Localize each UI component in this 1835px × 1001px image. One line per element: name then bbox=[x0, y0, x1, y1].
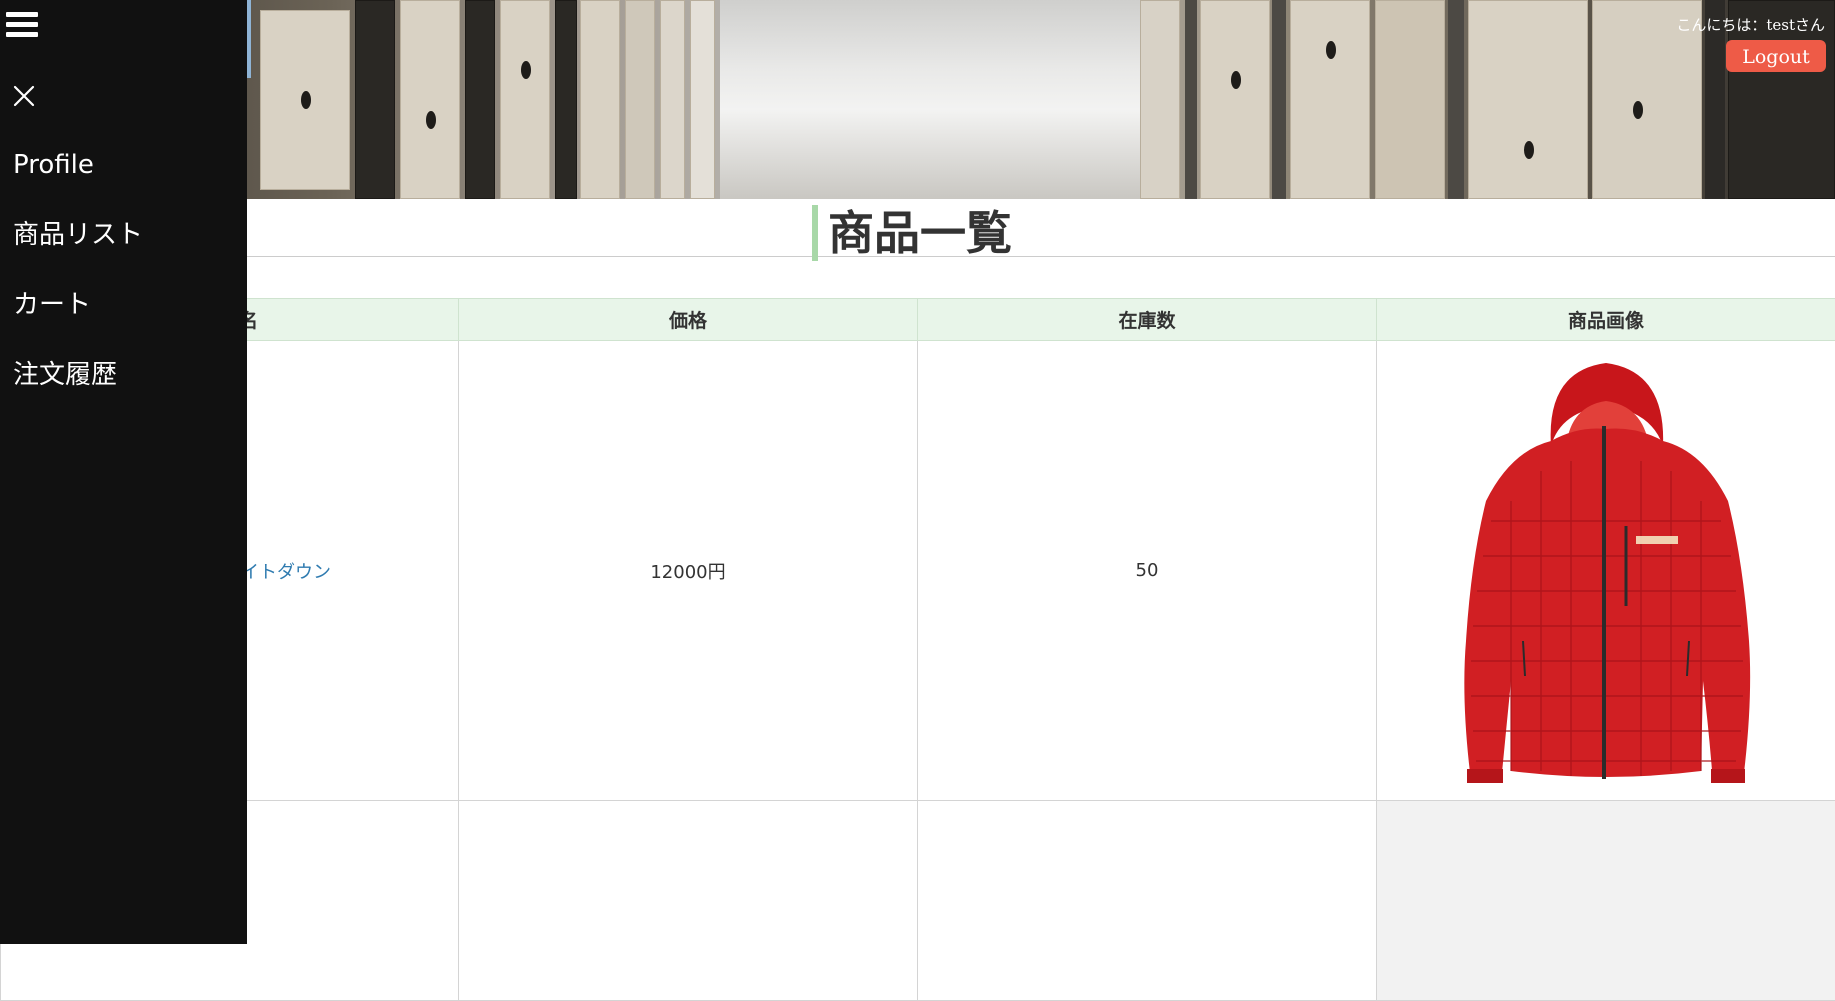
column-header-price: 価格 bbox=[459, 299, 918, 341]
drawer-item-profile[interactable]: Profile bbox=[13, 145, 143, 215]
shelf-rack bbox=[1448, 0, 1464, 199]
drawer-nav-list: Profile 商品リスト カート 注文履歴 bbox=[13, 145, 143, 425]
product-price-cell: 12000円 bbox=[459, 341, 918, 801]
shelf-box bbox=[465, 0, 495, 199]
product-stock-cell: 50 bbox=[918, 341, 1377, 801]
shelf-box bbox=[260, 10, 350, 190]
shelf-box bbox=[1375, 0, 1445, 199]
shelf-box bbox=[690, 0, 715, 199]
drawer-item-cart[interactable]: カート bbox=[13, 285, 143, 355]
shelf-box bbox=[555, 0, 577, 199]
column-header-stock: 在庫数 bbox=[918, 299, 1377, 341]
column-header-image: 商品画像 bbox=[1377, 299, 1835, 341]
drawer-item-product-list[interactable]: 商品リスト bbox=[13, 215, 143, 285]
product-image-cell bbox=[1377, 341, 1835, 801]
user-greeting: こんにちは：testさん bbox=[1676, 14, 1825, 35]
close-icon[interactable] bbox=[12, 84, 36, 108]
logout-button[interactable]: Logout bbox=[1726, 40, 1826, 72]
shelf-box bbox=[660, 0, 685, 199]
table-row: イトダウン 12000円 50 bbox=[1, 341, 1835, 801]
shelf-box bbox=[1468, 0, 1588, 199]
product-table: 名 価格 在庫数 商品画像 イトダウン 12000円 50 bbox=[0, 298, 1835, 1001]
table-row bbox=[1, 801, 1835, 1001]
warehouse-ceiling bbox=[720, 0, 1140, 199]
table-header-row: 名 価格 在庫数 商品画像 bbox=[1, 299, 1835, 341]
shelf-rack bbox=[1272, 0, 1286, 199]
title-section: 商品一覧 bbox=[0, 199, 1835, 257]
header-banner: こんにちは：testさん Logout bbox=[0, 0, 1835, 199]
product-name-link[interactable]: イトダウン bbox=[241, 562, 331, 583]
shelf-box bbox=[1140, 0, 1180, 199]
hamburger-menu-icon[interactable] bbox=[6, 12, 38, 42]
side-drawer: Profile 商品リスト カート 注文履歴 bbox=[0, 0, 247, 944]
product-price-cell bbox=[459, 801, 918, 1001]
banner-edge bbox=[247, 0, 251, 78]
drawer-item-order-history[interactable]: 注文履歴 bbox=[13, 355, 143, 425]
shelf-box bbox=[1200, 0, 1270, 199]
product-image-cell bbox=[1377, 801, 1835, 1001]
shelf-box bbox=[625, 0, 655, 199]
shelf-box bbox=[500, 0, 550, 199]
shelf-box bbox=[580, 0, 620, 199]
shelf-rack bbox=[1185, 0, 1197, 199]
product-image-jacket[interactable] bbox=[1431, 351, 1781, 791]
page-title: 商品一覧 bbox=[812, 205, 1012, 261]
shelf-box bbox=[355, 0, 395, 199]
shelf-box bbox=[1290, 0, 1370, 199]
product-stock-cell bbox=[918, 801, 1377, 1001]
shelf-box bbox=[400, 0, 460, 199]
